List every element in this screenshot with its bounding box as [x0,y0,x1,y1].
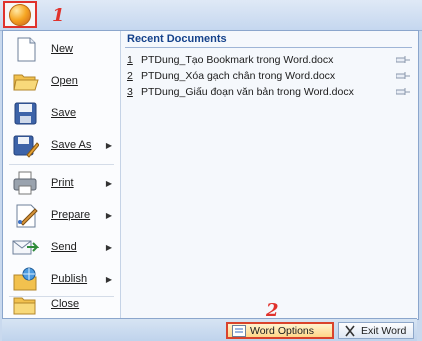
close-folder-icon [11,290,39,318]
submenu-arrow-icon: ▶ [105,210,112,220]
recent-documents-title: Recent Documents [127,33,227,45]
menu-divider [9,164,114,165]
menu-item-open[interactable]: Open [3,65,120,97]
menu-item-label: Open [51,75,78,87]
menu-item-label: Prepare [51,209,91,221]
menu-item-close[interactable]: Close [3,288,120,320]
menu-item-label: Print [51,177,74,189]
menu-commands: New Open Save Save As ▶ Print ▶ Prepare … [3,31,121,319]
office-menu: New Open Save Save As ▶ Print ▶ Prepare … [2,30,419,320]
exit-x-icon [343,325,357,337]
office-logo-icon [9,3,31,26]
recent-document-item[interactable]: 1 PTDung_Tạo Bookmark trong Word.docx [127,52,412,68]
recent-doc-name: PTDung_Tạo Bookmark trong Word.docx [141,54,334,66]
printer-icon [11,169,39,197]
menu-item-save-as[interactable]: Save As ▶ [3,129,120,161]
submenu-arrow-icon: ▶ [105,178,112,188]
step-1-marker: 1 [52,5,65,26]
pin-icon[interactable] [396,72,410,79]
new-document-icon [11,35,39,63]
title-bar: 1 [0,0,422,31]
menu-item-label: Publish [51,273,88,285]
word-options-label: Word Options [250,324,314,337]
office-button[interactable] [3,1,37,28]
menu-item-save[interactable]: Save [3,97,120,129]
recent-divider [125,47,412,48]
menu-item-new[interactable]: New [3,33,120,65]
recent-doc-number: 1 [127,54,133,66]
recent-doc-name: PTDung_Giấu đoạn văn bản trong Word.docx [141,86,354,98]
send-icon [11,233,40,261]
exit-word-button[interactable]: Exit Word [338,322,414,339]
prepare-icon [11,201,39,229]
recent-doc-number: 3 [127,86,133,98]
recent-documents-panel: Recent Documents 1 PTDung_Tạo Bookmark t… [121,31,418,319]
menu-item-label: Save As [51,139,92,151]
word-options-icon [232,324,246,337]
submenu-arrow-icon: ▶ [105,140,112,150]
menu-item-print[interactable]: Print ▶ [3,167,120,199]
submenu-arrow-icon: ▶ [105,242,112,252]
open-folder-icon [11,67,39,95]
recent-document-item[interactable]: 2 PTDung_Xóa gạch chân trong Word.docx [127,68,412,84]
pin-icon[interactable] [396,56,410,63]
menu-item-label: Save [51,107,77,119]
save-disk-icon [11,99,39,127]
menu-item-label: Send [51,241,77,253]
submenu-arrow-icon: ▶ [105,274,112,284]
menu-item-prepare[interactable]: Prepare ▶ [3,199,120,231]
recent-doc-number: 2 [127,70,133,82]
recent-doc-name: PTDung_Xóa gạch chân trong Word.docx [141,70,336,82]
step-2-marker: 2 [266,300,279,321]
menu-footer: Word Options Exit Word [2,318,417,341]
word-options-button[interactable]: Word Options [226,322,334,339]
pin-icon[interactable] [396,88,410,95]
menu-item-label: New [51,43,74,55]
exit-word-label: Exit Word [361,324,407,337]
menu-item-label: Close [51,298,80,310]
save-as-icon [11,131,40,159]
menu-item-send[interactable]: Send ▶ [3,231,120,263]
recent-document-item[interactable]: 3 PTDung_Giấu đoạn văn bản trong Word.do… [127,84,412,100]
